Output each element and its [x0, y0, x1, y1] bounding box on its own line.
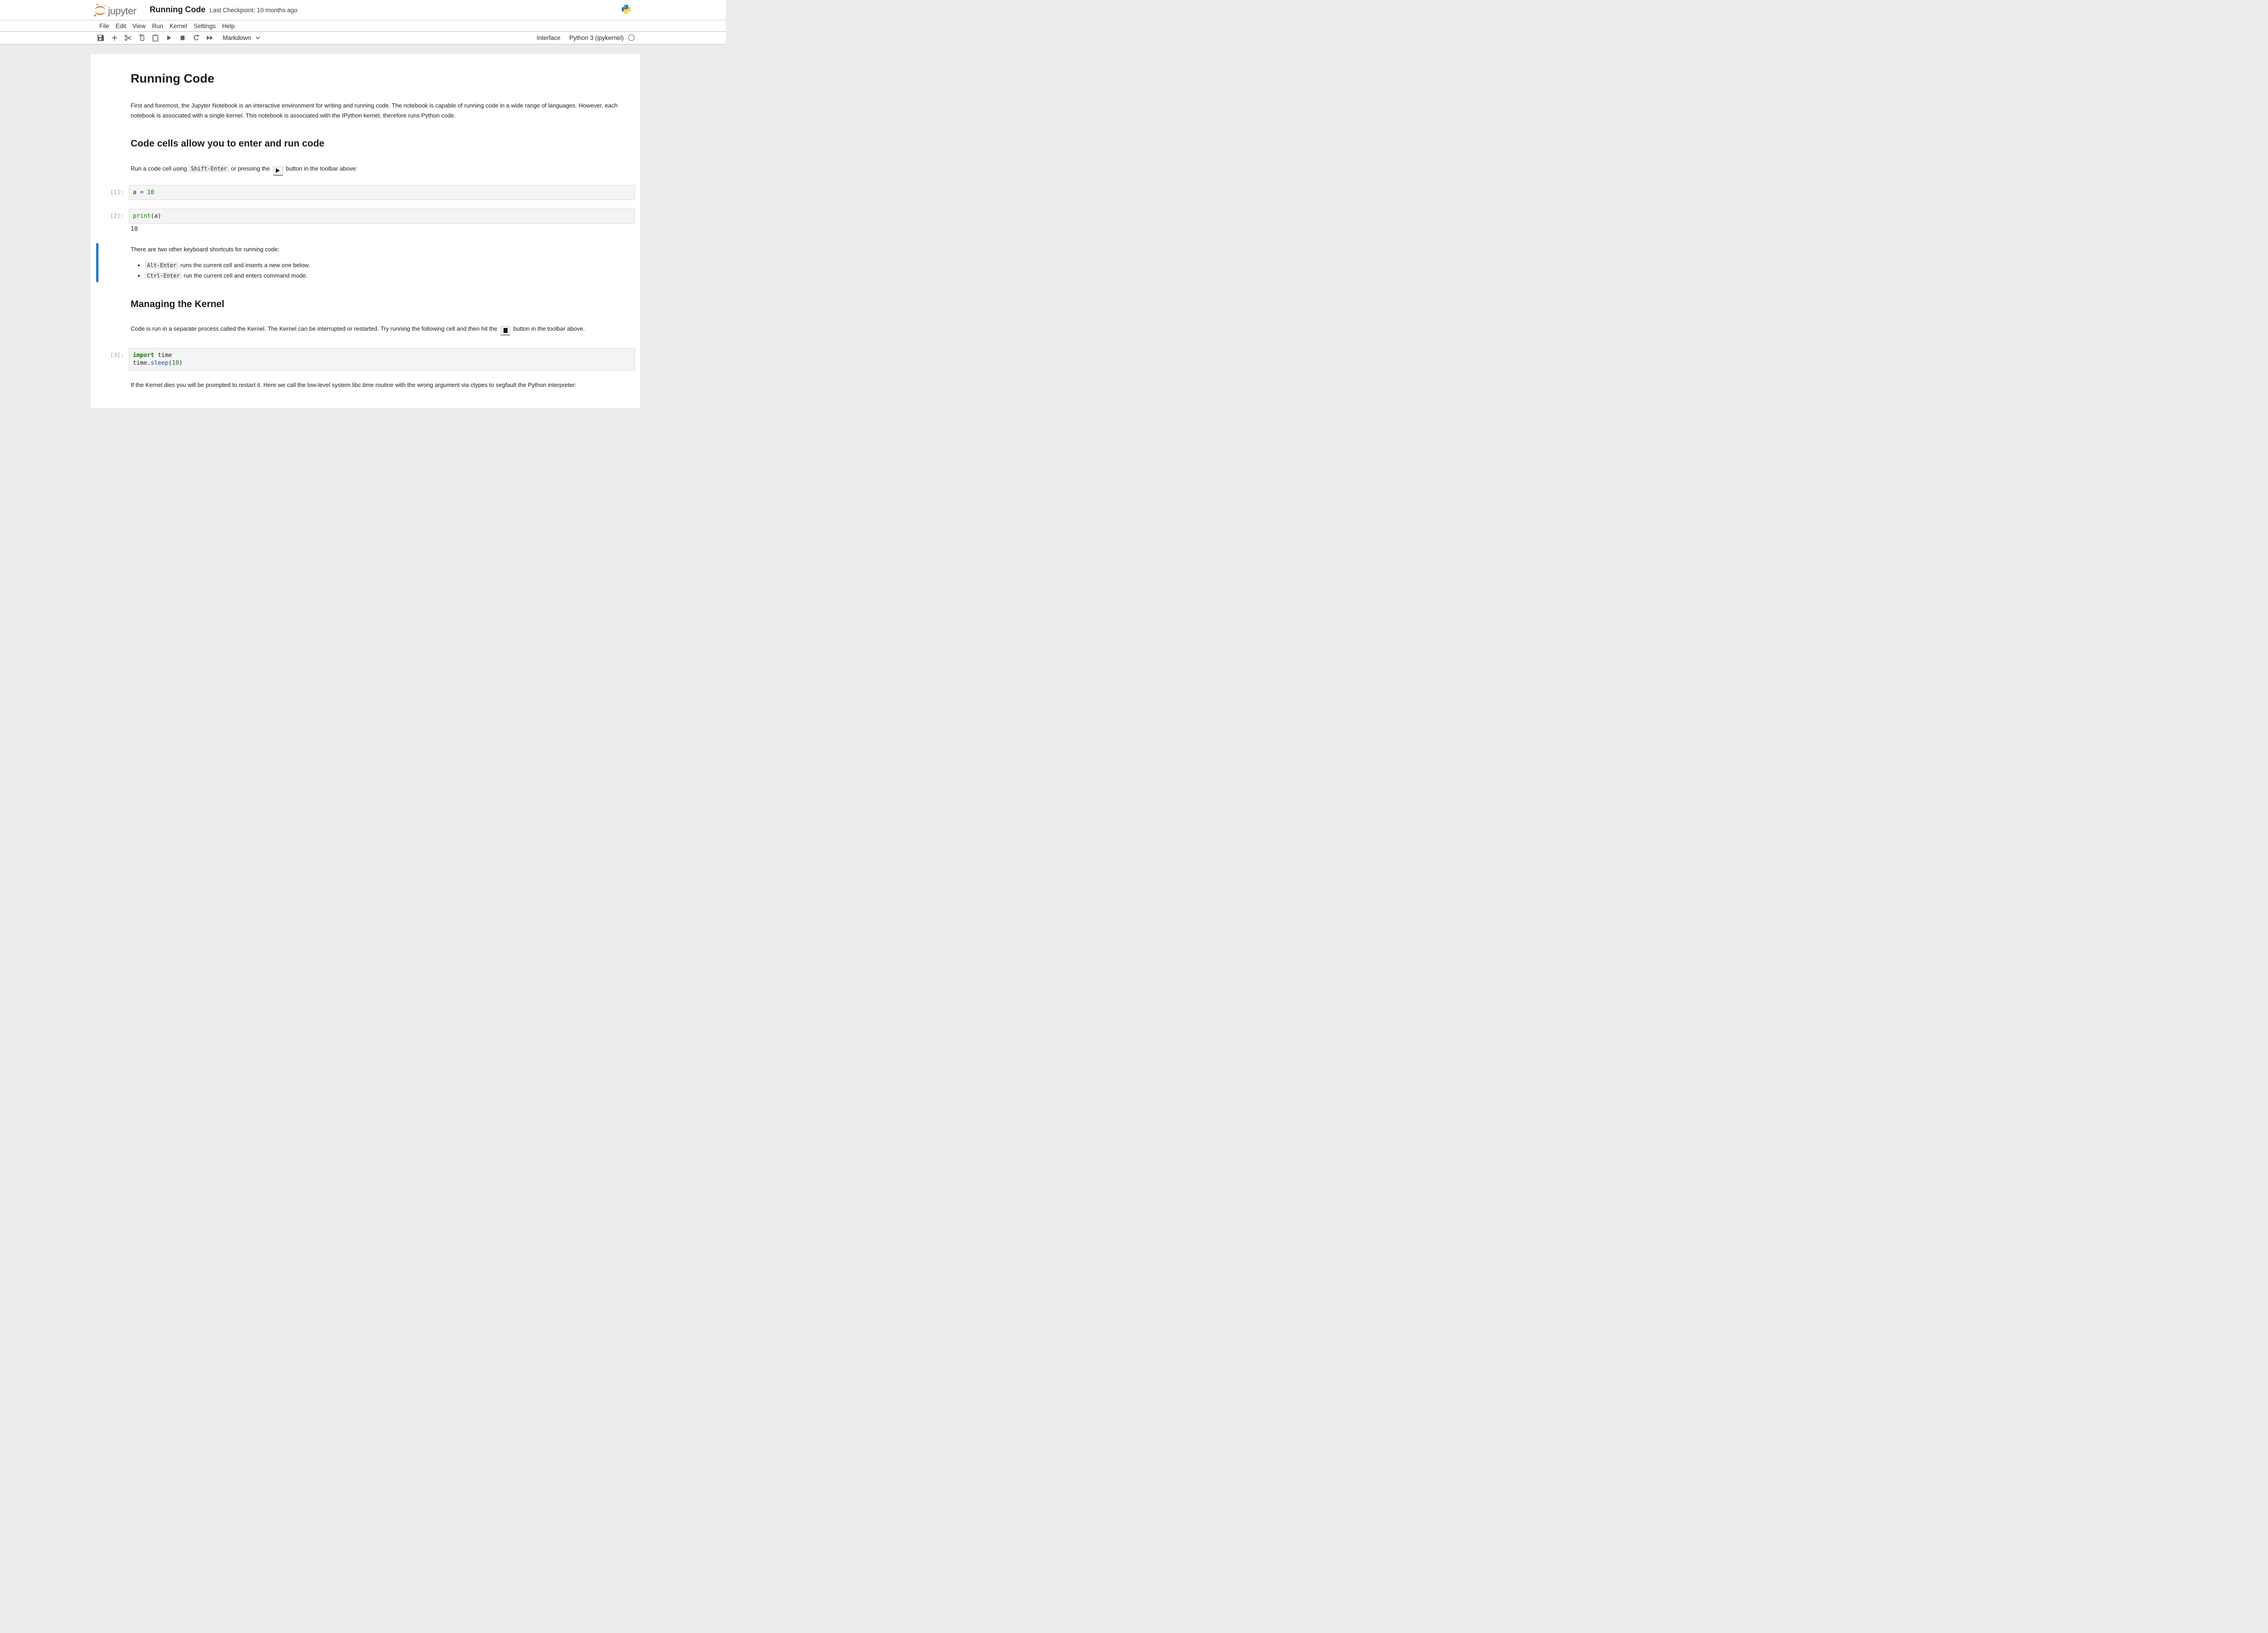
- code-cell-3: [3]: import time time.sleep(10): [91, 347, 640, 371]
- menu-help[interactable]: Help: [219, 23, 238, 29]
- jupyter-moon-top: [96, 4, 98, 5]
- copy-cells-icon: [139, 34, 144, 41]
- menu-file[interactable]: File: [96, 23, 112, 29]
- python-kernel-icon: [621, 4, 631, 17]
- output-area-2: 10: [91, 226, 640, 233]
- markdown-cell-shortcuts-selected[interactable]: There are two other keyboard shortcuts f…: [91, 243, 640, 282]
- markdown-cell-kernel-heading[interactable]: Managing the Kernel: [91, 299, 640, 310]
- run-cell-icon: [167, 35, 171, 41]
- code-editor-2[interactable]: print(a): [129, 208, 635, 224]
- kernel-paragraph-text: Code is run in a separate process called…: [131, 325, 499, 332]
- list-item-alt-enter: Alt-Enter runs the current cell and inse…: [145, 260, 632, 270]
- copy-cells-button[interactable]: [135, 33, 148, 44]
- paste-cells-button[interactable]: [148, 33, 162, 44]
- menu-kernel[interactable]: Kernel: [166, 23, 191, 29]
- save-icon: [97, 34, 104, 41]
- play-icon: [276, 168, 280, 173]
- kbd-shift-enter: Shift-Enter: [188, 165, 230, 172]
- menu-run[interactable]: Run: [149, 23, 166, 29]
- run-instruction-text2: or pressing the: [229, 165, 272, 172]
- ctrl-enter-text: run the current cell and enters command …: [182, 272, 308, 279]
- alt-enter-text: runs the current cell and inserts a new …: [179, 261, 310, 269]
- run-instruction-text3: button in the toolbar above:: [284, 165, 357, 172]
- markdown-cell-final[interactable]: If the Kernel dies you will be prompted …: [91, 380, 640, 390]
- restart-and-run-all-button[interactable]: [203, 33, 216, 44]
- section-heading-managing-kernel: Managing the Kernel: [131, 298, 225, 309]
- notebook-page: Running Code First and foremost, the Jup…: [91, 54, 640, 408]
- notebook-title[interactable]: Running Code: [150, 5, 205, 15]
- restart-kernel-button[interactable]: [189, 33, 203, 44]
- code-cell-1: [1]: a = 10: [91, 185, 640, 200]
- input-prompt-1: [1]:: [110, 188, 124, 196]
- input-prompt-3: [3]:: [110, 351, 124, 358]
- restart-kernel-icon: [193, 34, 199, 40]
- notebook-scroll-area[interactable]: Running Code First and foremost, the Jup…: [0, 44, 726, 408]
- last-checkpoint: Last Checkpoint: 10 months ago: [210, 7, 298, 14]
- code-editor-3[interactable]: import time time.sleep(10): [129, 347, 635, 371]
- input-prompt-2: [2]:: [110, 212, 124, 219]
- inline-interrupt-button-image: [500, 326, 511, 336]
- jupyter-moon-right: [105, 5, 106, 6]
- kernel-name[interactable]: Python 3 (ipykernel): [569, 34, 624, 41]
- markdown-cell-intro[interactable]: First and foremost, the Jupyter Notebook…: [91, 101, 640, 121]
- chevron-down-icon: [256, 36, 260, 39]
- code-cell-2: [2]: print(a) 10: [91, 208, 640, 233]
- final-paragraph: If the Kernel dies you will be prompted …: [131, 381, 577, 388]
- output-prompt-2: [100, 226, 129, 233]
- jupyter-moon-bottom: [94, 14, 96, 17]
- cell-type-dropdown[interactable]: Markdown: [223, 34, 261, 41]
- kbd-alt-enter: Alt-Enter: [145, 261, 179, 269]
- markdown-cell-code-cells-heading[interactable]: Code cells allow you to enter and run co…: [91, 138, 640, 149]
- kernel-paragraph-text2: button in the toolbar above.: [512, 325, 585, 332]
- menu-bar: File Edit View Run Kernel Settings Help: [0, 20, 726, 32]
- cut-cells-icon: [124, 34, 131, 41]
- selected-cell-collapser[interactable]: [96, 243, 98, 282]
- toolbar: Markdown Interface Python 3 (ipykernel): [0, 32, 726, 45]
- run-instruction-text: Run a code cell using: [131, 165, 189, 172]
- list-item-ctrl-enter: Ctrl-Enter run the current cell and ente…: [145, 271, 632, 281]
- insert-cell-below-icon: [112, 35, 117, 41]
- markdown-cell-kernel-para[interactable]: Code is run in a separate process called…: [91, 324, 640, 336]
- kernel-paragraph: Code is run in a separate process called…: [131, 324, 632, 336]
- intro-paragraph: First and foremost, the Jupyter Notebook…: [131, 102, 618, 119]
- stop-icon: [503, 328, 508, 333]
- interface-menu[interactable]: Interface: [537, 34, 561, 41]
- kbd-ctrl-enter: Ctrl-Enter: [145, 272, 182, 279]
- interrupt-kernel-icon: [180, 35, 185, 40]
- menu-edit[interactable]: Edit: [112, 23, 129, 29]
- paste-cells-icon: [152, 34, 158, 42]
- shortcuts-list: Alt-Enter runs the current cell and inse…: [131, 260, 632, 281]
- insert-cell-below-button[interactable]: [108, 33, 121, 44]
- markdown-cell-run-line[interactable]: Run a code cell using Shift-Enter or pre…: [91, 163, 640, 176]
- save-button[interactable]: [94, 33, 108, 44]
- menu-view[interactable]: View: [129, 23, 149, 29]
- cut-cells-button[interactable]: [121, 33, 135, 44]
- section-heading-code-cells: Code cells allow you to enter and run co…: [131, 138, 325, 149]
- code-editor-1[interactable]: a = 10: [129, 185, 635, 200]
- interrupt-kernel-button[interactable]: [176, 33, 189, 44]
- jupyter-logo[interactable]: jupyter: [93, 3, 137, 20]
- shortcuts-intro: There are two other keyboard shortcuts f…: [131, 245, 280, 253]
- menu-settings[interactable]: Settings: [191, 23, 219, 29]
- page-title: Running Code: [131, 72, 215, 85]
- app-header: jupyter Running Code Last Checkpoint: 10…: [0, 0, 726, 20]
- svg-text:jupyter: jupyter: [108, 5, 137, 17]
- cell-type-selected: Markdown: [223, 34, 251, 41]
- output-text-2: 10: [131, 225, 138, 233]
- markdown-cell-title[interactable]: Running Code: [91, 72, 640, 86]
- restart-and-run-all-icon: [206, 35, 213, 40]
- run-cell-button[interactable]: [162, 33, 176, 44]
- kernel-status-icon[interactable]: [628, 34, 635, 41]
- inline-run-button-image: [273, 166, 283, 176]
- run-instruction: Run a code cell using Shift-Enter or pre…: [131, 163, 632, 176]
- code-cell-2-input: [2]: print(a): [91, 208, 640, 224]
